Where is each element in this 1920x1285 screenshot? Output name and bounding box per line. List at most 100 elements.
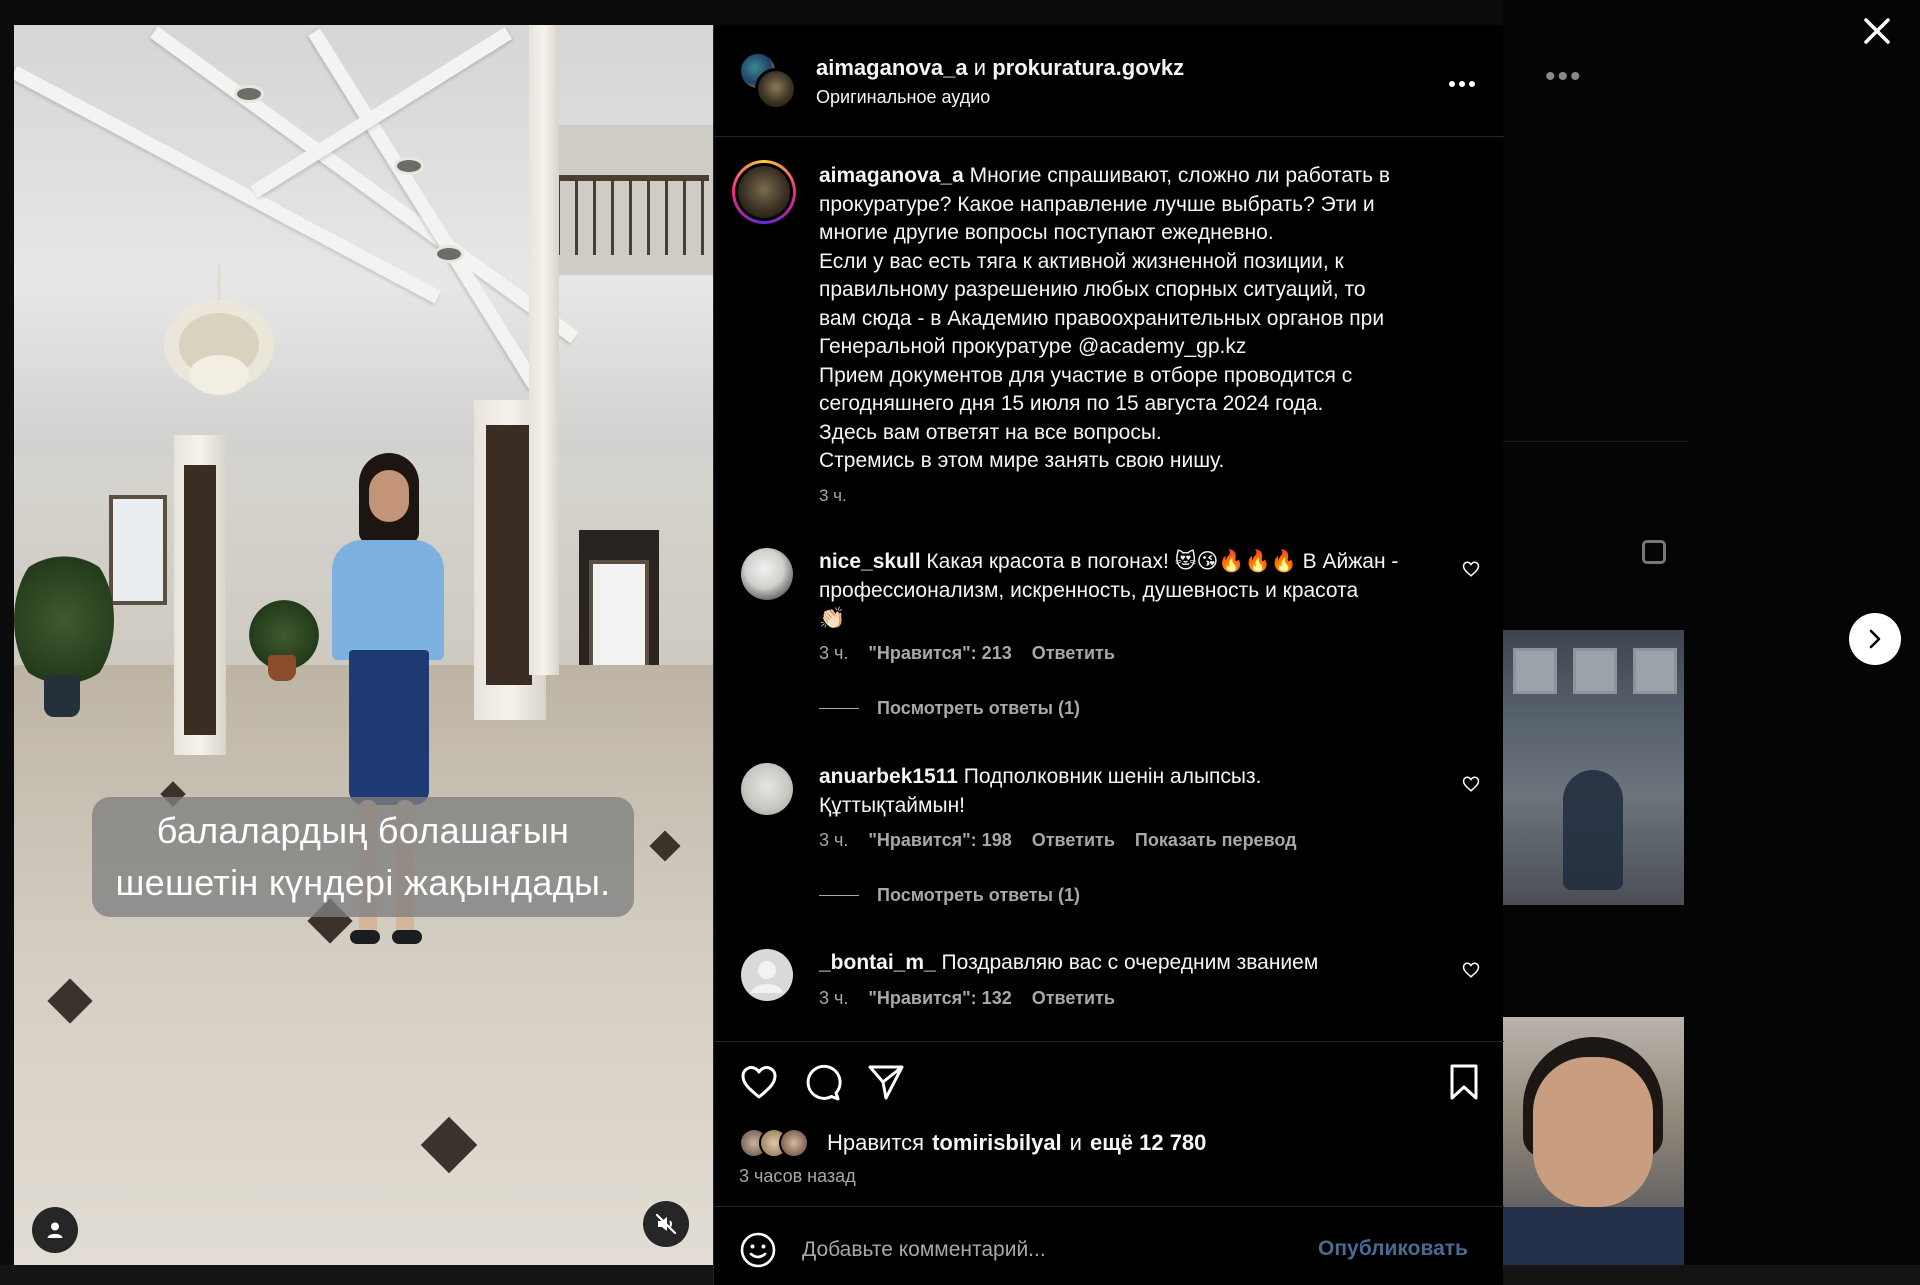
send-icon[interactable]: [866, 1062, 906, 1102]
comment-text: _bontai_m_ Поздравляю вас с очередним зв…: [819, 949, 1439, 978]
person-shirt: [332, 540, 444, 660]
comment-timestamp: 3 ч.: [819, 643, 849, 663]
replies-divider: [819, 895, 859, 896]
caption-text: Генеральной прокуратуре @academy_gp.kz: [819, 335, 1247, 358]
caption-text: вам сюда - в Академию правоохранительных…: [819, 306, 1385, 330]
show-translation-button[interactable]: Показать перевод: [1135, 830, 1297, 851]
comment-likes[interactable]: "Нравится": 132: [868, 988, 1011, 1009]
background-carousel-icon: [1642, 540, 1666, 564]
likes-count[interactable]: ещё 12 780: [1090, 1130, 1206, 1156]
ceiling-light: [434, 245, 464, 263]
window: [109, 495, 167, 605]
caption-text: правильному разрешению любых спорных сит…: [819, 278, 1366, 301]
avatar[interactable]: [741, 949, 793, 1001]
post-panel: aimaganova_a и prokuratura.govkz Оригина…: [713, 25, 1504, 1285]
post-actions: Нравится tomirisbilyal и ещё 12 780 3 ча…: [714, 1041, 1504, 1206]
comment-composer: Опубликовать: [714, 1206, 1504, 1285]
authors-conjunction: и: [973, 55, 987, 80]
avatar[interactable]: [741, 763, 793, 815]
chevron-right-icon: [1869, 629, 1881, 649]
view-replies-button[interactable]: Посмотреть ответы (1): [819, 698, 1080, 719]
user-tag-icon: [47, 1222, 63, 1238]
collab-avatars[interactable]: [739, 52, 797, 110]
caption-text: прокуратуре? Какое направление лучше выб…: [819, 192, 1375, 216]
background-divider: [1503, 441, 1688, 442]
view-replies-button[interactable]: Посмотреть ответы (1): [819, 885, 1080, 906]
doorway-light: [589, 560, 649, 670]
next-post-button[interactable]: [1849, 613, 1901, 665]
ceiling-light: [234, 85, 264, 103]
person-shoe: [350, 930, 380, 944]
post-timestamp: 3 часов назад: [739, 1166, 856, 1186]
avatar: [755, 68, 797, 110]
pillar: [529, 25, 559, 675]
user-tag-button[interactable]: [32, 1207, 78, 1253]
pillar-panel: [486, 425, 532, 685]
audio-link[interactable]: Оригинальное аудио: [816, 87, 990, 108]
close-icon: [1864, 18, 1890, 44]
emoji-icon[interactable]: [739, 1231, 777, 1269]
mute-button[interactable]: [643, 1201, 689, 1247]
caption-text: Если у вас есть тяга к активной жизненно…: [819, 249, 1344, 273]
author-link[interactable]: prokuratura.govkz: [992, 55, 1184, 80]
liker-username[interactable]: tomirisbilyal: [932, 1130, 1062, 1156]
more-options-button[interactable]: [1444, 70, 1480, 98]
chandelier: [164, 265, 274, 395]
comment-icon[interactable]: [802, 1062, 842, 1102]
post-video[interactable]: балалардың болашағын шешетін күндері жақ…: [14, 25, 713, 1265]
replies-divider: [819, 708, 859, 709]
background-post-thumbnail: [1503, 1017, 1684, 1285]
heart-icon[interactable]: [1462, 775, 1480, 793]
comment-timestamp: 3 ч.: [819, 830, 849, 850]
avatar[interactable]: [732, 160, 796, 224]
comment-likes[interactable]: "Нравится": 198: [868, 830, 1011, 851]
comment-text: anuarbek1511 Подполковник шенін алыпсыз.…: [819, 763, 1439, 820]
avatar[interactable]: [741, 548, 793, 600]
caption-text: многие другие вопросы поступают ежедневн…: [819, 221, 1274, 244]
more-horizontal-icon: [1449, 81, 1475, 87]
caption-text: Прием документов для участие в отборе пр…: [819, 363, 1353, 387]
view-replies-label: Посмотреть ответы (1): [877, 698, 1080, 718]
person-shoe: [392, 930, 422, 944]
caption-text: Здесь вам ответят на все вопросы.: [819, 420, 1162, 444]
comment-body: Поздравляю вас с очередним званием: [941, 951, 1319, 974]
comments-list[interactable]: aimaganova_a Многие спрашивают, сложно л…: [714, 138, 1504, 1041]
heart-icon[interactable]: [1462, 560, 1480, 578]
caption-username[interactable]: aimaganova_a: [819, 164, 964, 187]
pillar-panel: [184, 465, 216, 735]
close-button[interactable]: [1858, 12, 1896, 50]
reply-button[interactable]: Ответить: [1032, 988, 1115, 1009]
person-skirt: [349, 650, 429, 805]
comment-username[interactable]: anuarbek1511: [819, 765, 958, 788]
comment-username[interactable]: _bontai_m_: [819, 951, 936, 974]
likers-avatars[interactable]: [739, 1128, 819, 1158]
sound-off-icon: [655, 1213, 677, 1235]
person-face: [369, 470, 409, 522]
view-replies-label: Посмотреть ответы (1): [877, 885, 1080, 905]
comment-input[interactable]: [802, 1229, 1302, 1271]
reply-button[interactable]: Ответить: [1032, 830, 1115, 851]
caption-text: сегодняшнего дня 15 июля по 15 августа 2…: [819, 392, 1324, 415]
post-caption: aimaganova_a Многие спрашивают, сложно л…: [819, 162, 1459, 476]
likes-summary: Нравится tomirisbilyal и ещё 12 780: [739, 1128, 1206, 1158]
likes-prefix: Нравится: [827, 1130, 925, 1155]
comment-likes[interactable]: "Нравится": 213: [868, 643, 1011, 664]
bookmark-icon[interactable]: [1444, 1062, 1484, 1102]
heart-icon[interactable]: [739, 1062, 779, 1102]
ceiling-light: [394, 157, 424, 175]
comment-meta: 3 ч. "Нравится": 132 Ответить: [819, 988, 1115, 1009]
post-authors: aimaganova_a и prokuratura.govkz: [816, 55, 1184, 81]
comment-body: Какая красота в погонах! 😻😘🔥🔥🔥 В Айжан -: [926, 550, 1399, 573]
background-post-thumbnail: [1503, 630, 1684, 905]
author-link[interactable]: aimaganova_a: [816, 55, 968, 80]
comment-meta: 3 ч. "Нравится": 198 Ответить Показать п…: [819, 830, 1297, 851]
background-more-icon: •••: [1545, 60, 1583, 93]
comment-username[interactable]: nice_skull: [819, 550, 921, 573]
reply-button[interactable]: Ответить: [1032, 643, 1115, 664]
heart-icon[interactable]: [1462, 961, 1480, 979]
comment-meta: 3 ч. "Нравится": 213 Ответить: [819, 643, 1115, 664]
publish-button[interactable]: Опубликовать: [1318, 1237, 1468, 1261]
video-subtitle: балалардың болашағын шешетін күндері жақ…: [92, 797, 634, 917]
default-avatar-icon: [751, 961, 783, 993]
comment-timestamp: 3 ч.: [819, 988, 849, 1008]
